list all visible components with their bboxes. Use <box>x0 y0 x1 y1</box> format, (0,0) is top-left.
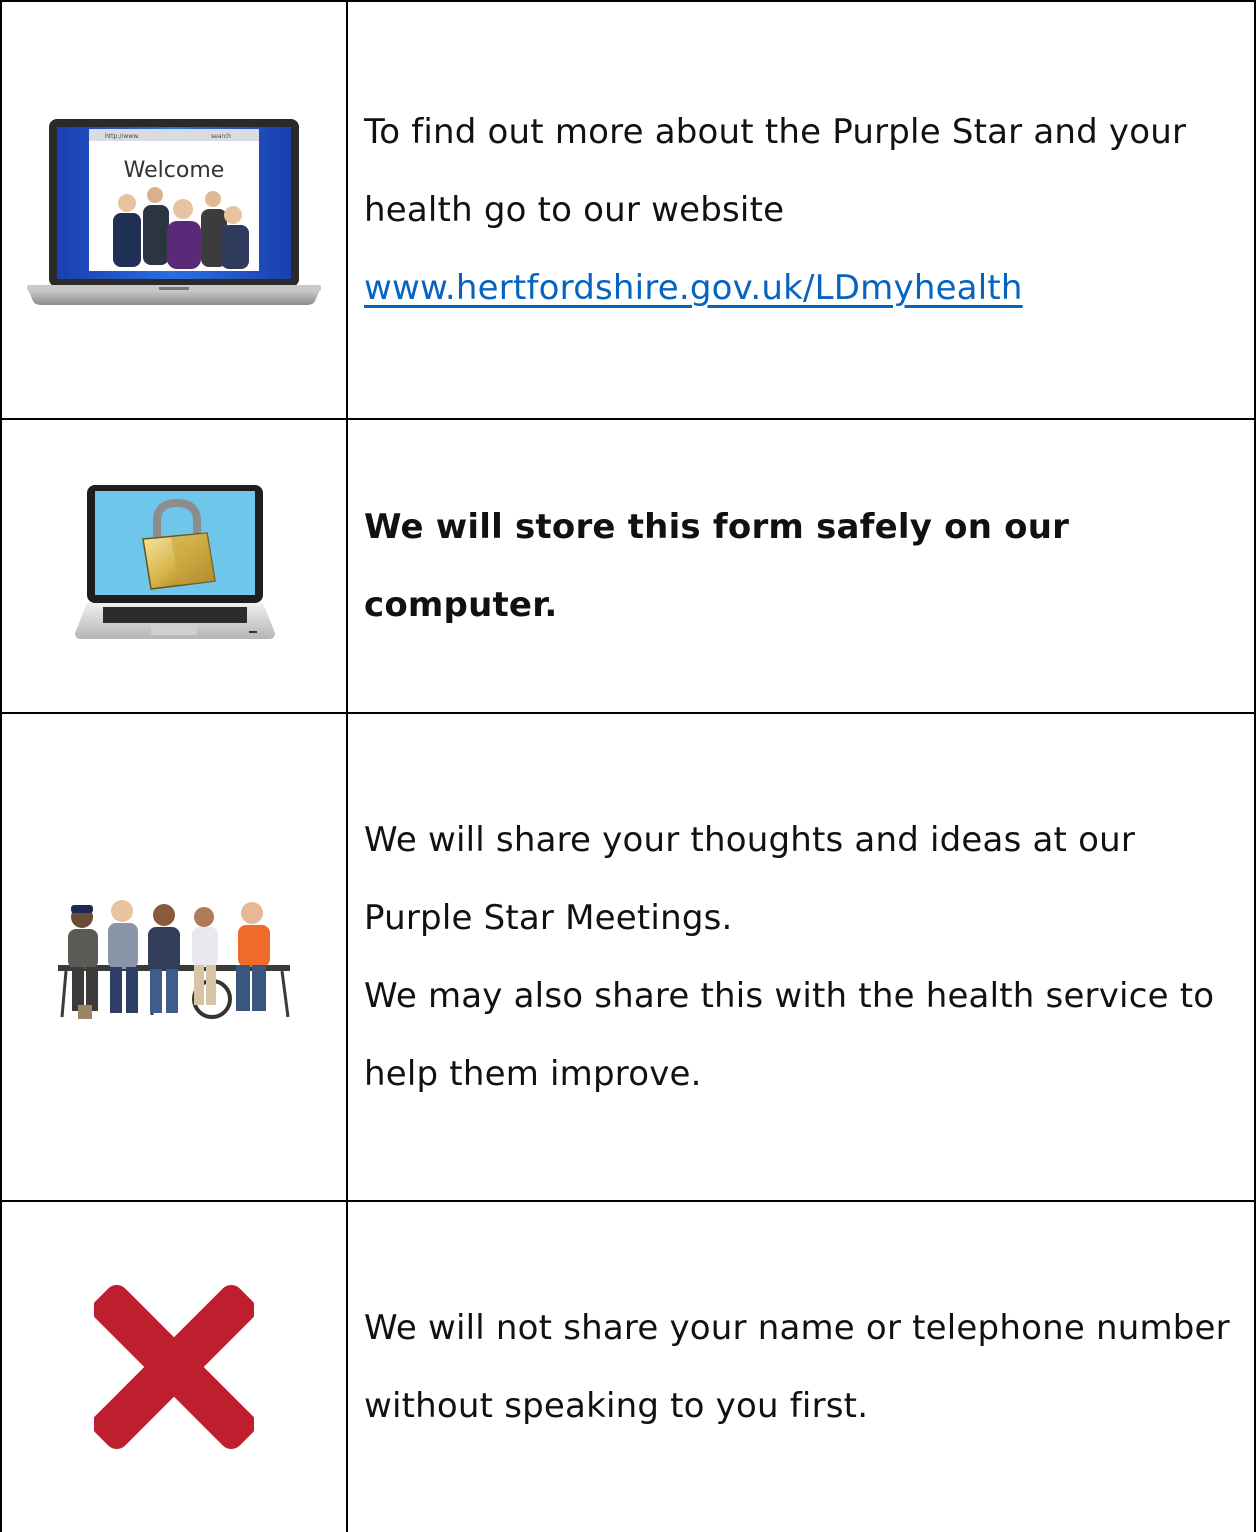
svg-text:Welcome: Welcome <box>124 158 225 183</box>
laptop-padlock-icon <box>75 485 275 639</box>
svg-text:search: search <box>211 133 231 140</box>
icon-cell <box>2 420 346 712</box>
text-cell: To find out more about the Purple Star a… <box>364 2 1244 418</box>
group-meeting-icon <box>58 900 290 1019</box>
table-row: http://www. search Welcome To find out m… <box>0 2 1256 418</box>
body-text: We will not share your name or telephone… <box>364 1308 1230 1348</box>
website-link[interactable]: www.hertfordshire.gov.uk/LDmyhealth <box>364 268 1023 308</box>
body-text: help them improve. <box>364 1054 702 1094</box>
icon-cell: http://www. search Welcome <box>2 2 346 418</box>
body-text: without speaking to you first. <box>364 1386 869 1426</box>
icon-cell <box>2 714 346 1200</box>
svg-text:http://www.: http://www. <box>105 133 140 140</box>
red-cross-icon <box>94 1285 254 1449</box>
table-row: We will not share your name or telephone… <box>0 1202 1256 1532</box>
body-text: computer. <box>364 585 558 625</box>
body-text: Purple Star Meetings. <box>364 898 733 938</box>
body-text: We will share your thoughts and ideas at… <box>364 820 1136 860</box>
info-table: http://www. search Welcome To find out m… <box>0 0 1256 1532</box>
body-text: We will store this form safely on our <box>364 507 1070 547</box>
icon-cell <box>2 1202 346 1532</box>
body-text: We may also share this with the health s… <box>364 976 1215 1016</box>
table-row: We will share your thoughts and ideas at… <box>0 714 1256 1200</box>
body-text: health go to our website <box>364 190 785 230</box>
text-cell: We will store this form safely on our co… <box>364 420 1244 712</box>
body-text: To find out more about the Purple Star a… <box>364 112 1187 152</box>
link-paragraph: www.hertfordshire.gov.uk/LDmyhealth <box>364 249 1244 327</box>
table-row: We will store this form safely on our co… <box>0 420 1256 712</box>
laptop-welcome-website-icon: http://www. search Welcome <box>27 119 321 305</box>
text-cell: We will share your thoughts and ideas at… <box>364 714 1244 1200</box>
text-cell: We will not share your name or telephone… <box>364 1202 1244 1532</box>
